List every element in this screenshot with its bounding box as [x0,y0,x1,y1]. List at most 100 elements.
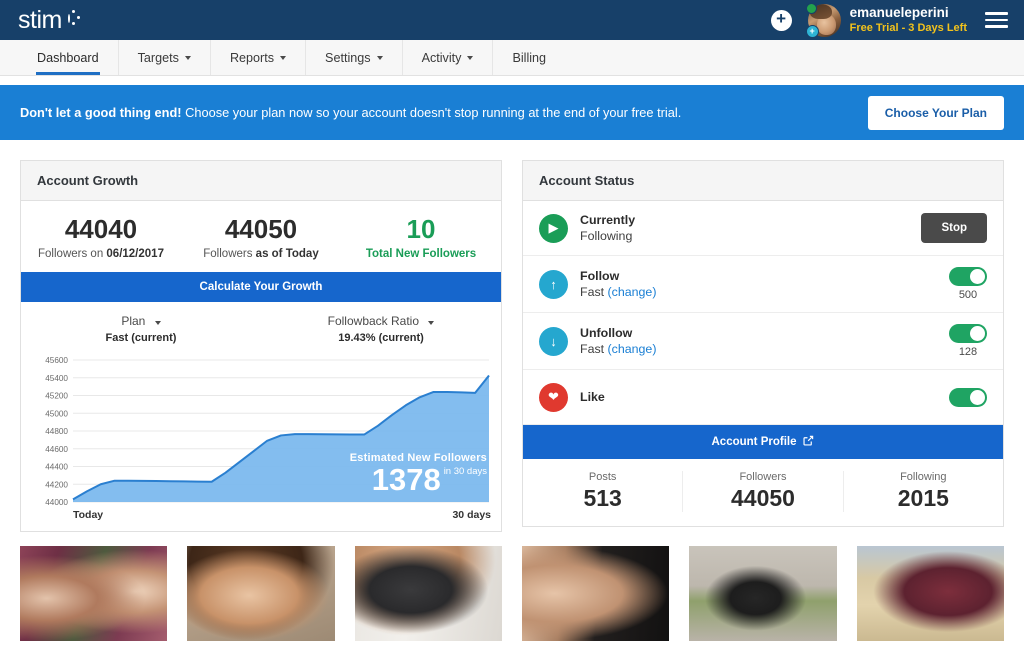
count-value: 513 [583,485,622,512]
calculate-growth-button[interactable]: Calculate Your Growth [21,271,501,302]
arrow-up-icon: ↑ [539,269,568,299]
status-row-follow: ↑ Follow Fast (change) 500 [523,256,1003,314]
status-label-primary: Unfollow [580,326,633,341]
post-image[interactable] [522,545,670,641]
post-image[interactable] [354,545,502,641]
account-status-title: Account Status [523,161,1003,201]
user-name: emanueleperini [849,5,949,21]
arrow-down-icon: ↓ [539,326,568,356]
plan-selector[interactable]: Plan Fast (current) [21,314,261,344]
heart-icon: ❤ [539,382,568,412]
avatar[interactable]: + [805,2,841,38]
account-profile-button[interactable]: Account Profile [523,425,1003,460]
status-badge-online [805,2,817,14]
account-profile-label: Account Profile [711,436,797,449]
tab-dashboard-label: Dashboard [37,50,99,65]
top-bar: stim + + emanueleperini Free Trial - 3 D… [0,0,1024,40]
account-growth-title: Account Growth [21,161,501,201]
trial-banner-text: Don't let a good thing end! Choose your … [20,105,681,120]
post-image[interactable] [856,545,1004,641]
svg-text:44000: 44000 [45,498,68,506]
post-image[interactable] [187,545,335,641]
trial-banner-headline: Don't let a good thing end! [20,105,182,120]
followback-ratio-selector[interactable]: Followback Ratio 19.43% (current) [261,314,501,344]
post-thumbnail: 610❤ 7💬 [522,545,670,646]
stat-value: 44050 [224,214,298,244]
follow-toggle[interactable] [949,267,987,287]
svg-text:44800: 44800 [45,427,68,436]
profile-counts-row: Posts 513 Followers 44050 Following 2015 [523,459,1003,526]
count-following: Following 2015 [844,471,1003,512]
count-posts: Posts 513 [523,471,684,513]
tab-settings-label: Settings [325,50,371,65]
chevron-down-icon [154,320,161,325]
count-label: Posts [588,471,617,484]
growth-chart[interactable]: 44000 44200 44400 44600 44800 45000 45200 45400… [21,352,501,531]
chevron-down-icon [467,55,474,60]
tab-settings[interactable]: Settings [306,40,403,75]
post-image[interactable] [689,545,837,641]
chevron-down-icon [184,55,191,60]
tab-reports-label: Reports [229,50,275,65]
unfollow-toggle[interactable] [949,324,987,344]
tab-dashboard[interactable]: Dashboard [18,40,119,75]
external-link-icon [803,435,814,449]
status-label-secondary: Fast (change) [580,342,657,357]
status-label-secondary: Following [580,229,633,244]
x-label-today: Today [73,508,104,521]
plus-circle-icon[interactable]: + [770,9,792,31]
svg-text:45400: 45400 [45,374,68,383]
like-toggle[interactable] [949,387,987,407]
chevron-down-icon [428,320,435,325]
choose-your-plan-button[interactable]: Choose Your Plan [867,95,1004,130]
tab-targets[interactable]: Targets [119,40,211,75]
svg-text:45000: 45000 [45,409,68,418]
main-content: Account Growth 44040 Followers on 06/12/… [0,140,1024,532]
trial-banner: Don't let a good thing end! Choose your … [0,85,1024,140]
stat-followers-on-date: 44040 Followers on 06/12/2017 [21,214,181,260]
svg-text:44200: 44200 [45,480,68,489]
growth-chart-svg: 44000 44200 44400 44600 44800 45000 45200 45400… [45,356,490,506]
post-thumbnail: 433❤ 7💬 [354,545,502,646]
tab-reports[interactable]: Reports [211,40,307,75]
user-menu[interactable]: + emanueleperini Free Trial - 3 Days Lef… [805,2,967,38]
status-label-primary: Like [580,390,605,405]
tab-activity[interactable]: Activity [403,40,494,75]
svg-text:45200: 45200 [45,392,68,401]
svg-text:45600: 45600 [45,356,68,365]
trial-banner-body: Choose your plan now so your account doe… [181,105,682,120]
count-label: Followers [739,471,787,484]
account-growth-column: Account Growth 44040 Followers on 06/12/… [20,160,502,532]
stat-followers-today: 44050 Followers as of Today [181,214,341,260]
recent-posts-section: 563❤ 8💬 498❤ 20💬 433❤ 7💬 [0,532,1024,646]
account-status-column: Account Status ▶ Currently Following Sto… [522,160,1004,532]
count-label: Following [900,471,947,484]
change-unfollow-speed-link[interactable]: (change) [608,342,657,356]
chart-controls: Plan Fast (current) Followback Ratio 19.… [21,302,501,352]
followback-ratio-value: 19.43% (current) [338,331,424,344]
post-thumbnail: 563❤ 8💬 [20,545,168,646]
change-follow-speed-link[interactable]: (change) [608,285,657,299]
svg-text:44600: 44600 [45,445,68,454]
play-icon: ▶ [539,213,568,243]
count-value: 44050 [731,485,795,512]
plan-selector-value: Fast (current) [105,331,177,344]
tab-billing[interactable]: Billing [493,40,565,75]
post-image[interactable] [20,545,168,641]
unfollow-count: 128 [958,346,978,359]
stat-total-new-followers: 10 Total New Followers [341,214,501,260]
follow-count: 500 [958,289,978,302]
main-navigation: Dashboard Targets Reports Settings Activ… [0,40,1024,76]
count-value: 2015 [897,485,949,512]
account-growth-panel: Account Growth 44040 Followers on 06/12/… [20,160,502,532]
hamburger-icon[interactable] [983,8,1010,32]
post-thumbnail: 638❤ 3💬 [856,545,1004,646]
tab-activity-label: Activity [421,50,462,65]
follow-badge-icon: + [805,24,819,38]
count-followers: Followers 44050 [683,471,844,513]
status-row-unfollow: ↓ Unfollow Fast (change) 128 [523,313,1003,371]
growth-stats-row: 44040 Followers on 06/12/2017 44050 Foll… [21,201,501,272]
brand-logo[interactable]: stim [18,7,81,33]
stop-button[interactable]: Stop [921,213,987,244]
x-label-30-days: 30 days [452,508,491,521]
